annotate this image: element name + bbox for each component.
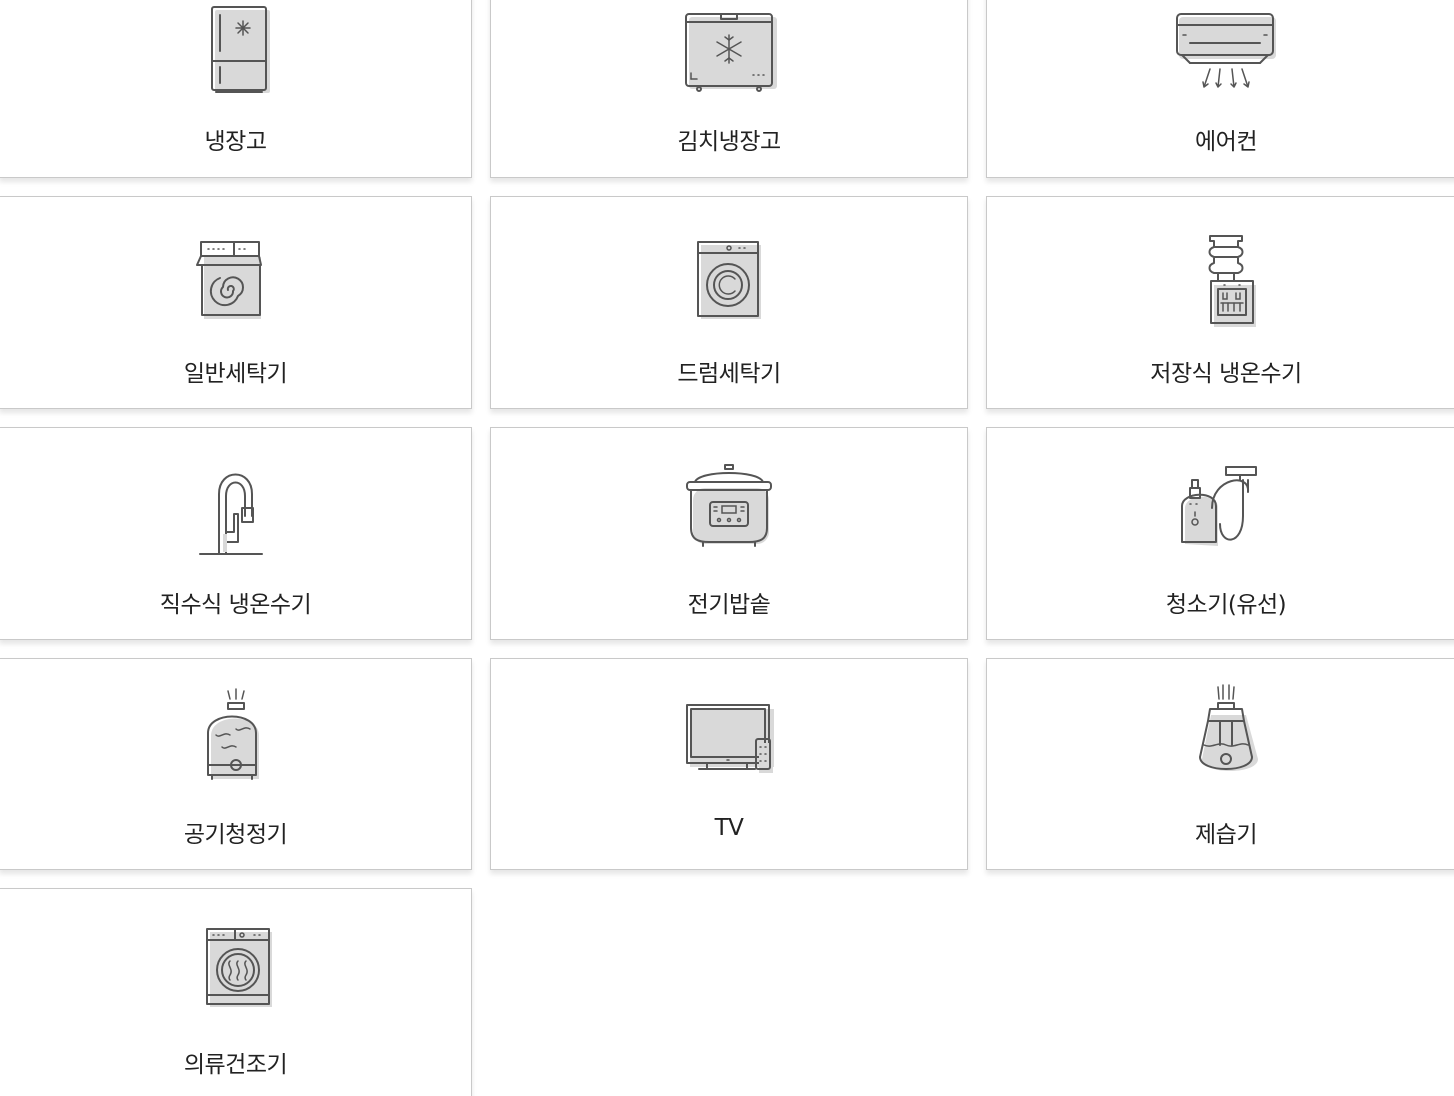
category-label: 공기청정기 <box>183 822 288 848</box>
category-label: 저장식 냉온수기 <box>1150 361 1302 387</box>
category-label: 냉장고 <box>204 129 267 155</box>
category-card-air-conditioner[interactable]: 에어컨 <box>986 0 1454 178</box>
category-card-top-loader-washer[interactable]: 일반세탁기 <box>0 196 472 409</box>
dehumidifier-icon <box>1176 683 1276 783</box>
category-card-dehumidifier[interactable]: 제습기 <box>986 658 1454 870</box>
category-card-tv[interactable]: TV <box>490 658 968 870</box>
category-label: 청소기(유선) <box>1165 592 1287 618</box>
category-label: 김치냉장고 <box>677 129 781 155</box>
drum-washer-icon <box>679 237 779 337</box>
category-card-water-dispenser[interactable]: 저장식 냉온수기 <box>986 196 1454 409</box>
category-card-clothes-dryer[interactable]: 의류건조기 <box>0 888 472 1096</box>
water-dispenser-icon <box>1176 233 1276 333</box>
clothes-dryer-icon <box>186 925 286 1025</box>
air-purifier-icon <box>186 685 286 785</box>
category-label: 일반세탁기 <box>183 361 288 387</box>
category-card-kimchi-refrigerator[interactable]: 김치냉장고 <box>490 0 968 178</box>
category-card-faucet-water-purifier[interactable]: 직수식 냉온수기 <box>0 427 472 640</box>
kimchi-refrigerator-icon <box>679 7 779 107</box>
appliance-category-grid: 냉장고 김치냉장고 에어컨 일반세탁기 드럼세탁기 저장식 냉온수기 직수식 냉… <box>0 0 1454 1096</box>
faucet-water-purifier-icon <box>186 468 286 568</box>
category-label: 에어컨 <box>1195 129 1257 155</box>
vacuum-cleaner-icon <box>1176 464 1276 564</box>
category-card-refrigerator[interactable]: 냉장고 <box>0 0 472 178</box>
category-label: 전기밥솥 <box>687 592 771 618</box>
category-label: TV <box>714 815 744 841</box>
category-card-drum-washer[interactable]: 드럼세탁기 <box>490 196 968 409</box>
category-card-rice-cooker[interactable]: 전기밥솥 <box>490 427 968 640</box>
category-label: 직수식 냉온수기 <box>159 592 312 618</box>
rice-cooker-icon <box>679 462 779 562</box>
top-loader-washer-icon <box>186 237 286 337</box>
category-label: 의류건조기 <box>183 1052 288 1078</box>
category-label: 드럼세탁기 <box>677 361 781 387</box>
tv-icon <box>679 697 779 797</box>
category-card-vacuum-cleaner[interactable]: 청소기(유선) <box>986 427 1454 640</box>
category-label: 제습기 <box>1195 822 1257 848</box>
category-card-air-purifier[interactable]: 공기청정기 <box>0 658 472 870</box>
air-conditioner-icon <box>1176 7 1276 107</box>
refrigerator-icon <box>186 0 286 99</box>
